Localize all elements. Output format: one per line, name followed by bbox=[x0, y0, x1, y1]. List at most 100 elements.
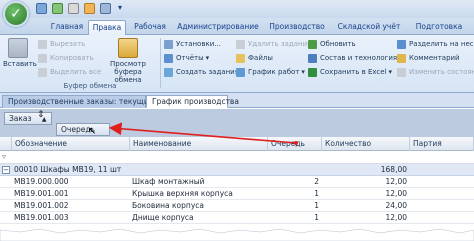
column-header-queue[interactable]: Очередь bbox=[268, 137, 322, 151]
work-schedule-label: График работ bbox=[248, 68, 300, 76]
change-status-button[interactable]: Изменить состояние bbox=[397, 67, 474, 78]
select-all-icon bbox=[38, 68, 47, 77]
settings-label: Установки... bbox=[176, 40, 221, 48]
reports-button[interactable]: Отчёты ▾ bbox=[164, 53, 209, 64]
group-row-label: 00010 Шкафы МВ19, 11 шт bbox=[14, 165, 122, 174]
quick-access-toolbar: ▾ bbox=[0, 0, 474, 18]
cell-name: Крышка верхняя корпуса bbox=[132, 189, 233, 198]
app-logo[interactable]: ✓ bbox=[3, 1, 29, 27]
save-excel-button[interactable]: Сохранить в Excel ▾ bbox=[308, 67, 392, 78]
cut-icon[interactable] bbox=[84, 3, 95, 14]
tab-production-schedule[interactable]: График производства bbox=[146, 95, 239, 108]
app-window: ▾ ✓ Главная Правка Рабочая Администриров… bbox=[0, 0, 474, 241]
split-button[interactable]: Разделить на несколько bbox=[397, 39, 473, 50]
files-label: Файлы bbox=[248, 54, 273, 62]
clipboard-icon bbox=[118, 38, 138, 58]
cell-quantity: 12,00 bbox=[385, 189, 407, 198]
filter-row[interactable]: ▿ bbox=[0, 151, 474, 164]
cell-queue: 1 bbox=[314, 201, 319, 210]
copy-button[interactable]: Копировать bbox=[38, 53, 94, 64]
column-header-quantity[interactable]: Количество bbox=[322, 137, 410, 151]
select-all-label: Выделить все bbox=[50, 68, 102, 76]
refresh-icon[interactable] bbox=[52, 3, 63, 14]
column-header-indicator bbox=[0, 137, 12, 151]
excel-icon bbox=[308, 68, 317, 77]
tab-admin[interactable]: Администрирование bbox=[176, 20, 260, 35]
refresh-button[interactable]: Обновить bbox=[308, 39, 356, 50]
expand-toggle-icon[interactable]: − bbox=[2, 166, 10, 174]
cell-code: МВ19.001.001 bbox=[14, 189, 69, 198]
column-header-code[interactable]: Обозначение bbox=[12, 137, 130, 151]
group-row[interactable]: − 00010 Шкафы МВ19, 11 шт 168,00 bbox=[0, 164, 474, 176]
table-row[interactable]: МВ19.001.003 Днище корпуса 1 12,00 bbox=[0, 212, 474, 224]
filter-icon: ▿ bbox=[2, 152, 7, 161]
print-icon[interactable] bbox=[68, 3, 79, 14]
tab-work[interactable]: Рабочая bbox=[130, 20, 170, 35]
tab-home[interactable]: Главная bbox=[48, 20, 86, 35]
cell-queue: 1 bbox=[314, 213, 319, 222]
reports-label: Отчёты bbox=[176, 54, 204, 62]
paste-label: Вставить bbox=[3, 60, 37, 68]
cell-quantity: 24,00 bbox=[385, 201, 407, 210]
folder-icon bbox=[236, 54, 245, 63]
torn-edge-decoration bbox=[0, 228, 474, 241]
table-row[interactable]: МВ19.001.002 Боковина корпуса 1 24,00 bbox=[0, 200, 474, 212]
paste-button[interactable]: Вставить bbox=[3, 38, 37, 68]
chevron-down-icon: ▾ bbox=[301, 68, 305, 76]
select-all-button[interactable]: Выделить все bbox=[38, 67, 101, 78]
split-label: Разделить на несколько bbox=[409, 40, 473, 48]
tab-edit[interactable]: Правка bbox=[88, 20, 126, 35]
tab-production[interactable]: Производство bbox=[266, 20, 328, 35]
group-row-amount: 168,00 bbox=[380, 165, 407, 174]
column-header-batch[interactable]: Партия bbox=[410, 137, 474, 151]
delete-task-icon bbox=[236, 40, 245, 49]
tab-warehouse[interactable]: Складской учёт bbox=[334, 20, 404, 35]
copy-label: Копировать bbox=[50, 54, 94, 62]
table-row[interactable]: МВ19.001.001 Крышка верхняя корпуса 1 12… bbox=[0, 188, 474, 200]
cell-queue: 1 bbox=[314, 189, 319, 198]
delete-task-button[interactable]: Удалить задания bbox=[236, 39, 311, 50]
scissors-icon bbox=[38, 40, 47, 49]
cell-code: МВ19.001.003 bbox=[14, 213, 69, 222]
cut-label: Вырезать bbox=[50, 40, 86, 48]
clipboard-preview-button[interactable]: Просмотр буфера обмена bbox=[100, 38, 156, 84]
document-tab-bar: Производственные заказы: текущие График … bbox=[0, 93, 474, 108]
chevron-down-icon: ▾ bbox=[205, 54, 210, 62]
save-icon[interactable] bbox=[36, 3, 47, 14]
group-by-panel[interactable]: Заказ ▲ Очередь ⇕ ↖ bbox=[0, 109, 474, 137]
drag-cursor-icon: ↖ bbox=[88, 126, 97, 137]
group-chip-queue[interactable]: Очередь bbox=[56, 123, 110, 136]
create-task-button[interactable]: Создать задания bbox=[164, 67, 239, 78]
cell-queue: 2 bbox=[314, 177, 319, 186]
refresh-icon bbox=[308, 40, 317, 49]
column-header-name[interactable]: Наименование bbox=[130, 137, 268, 151]
chevron-down-icon: ▾ bbox=[388, 68, 393, 76]
grid-header: Обозначение Наименование Очередь Количес… bbox=[0, 137, 474, 151]
save-excel-label: Сохранить в Excel bbox=[320, 68, 387, 76]
composition-button[interactable]: Состав и технология bbox=[308, 53, 397, 64]
composition-icon bbox=[308, 54, 317, 63]
schedule-icon bbox=[236, 68, 245, 77]
ribbon-tab-bar: Главная Правка Рабочая Администрирование… bbox=[0, 18, 474, 35]
tab-preparation[interactable]: Подготовка bbox=[410, 20, 468, 35]
group-separator bbox=[160, 38, 161, 88]
refresh-label: Обновить bbox=[320, 40, 356, 48]
customize-arrow-icon[interactable]: ▾ bbox=[118, 3, 126, 14]
ribbon-panel: Вставить Вырезать Копировать Выделить вс… bbox=[0, 35, 474, 93]
create-task-label: Создать задания bbox=[176, 68, 239, 76]
status-icon bbox=[397, 68, 406, 77]
table-row[interactable]: МВ19.000.000 Шкаф монтажный 2 12,00 bbox=[0, 176, 474, 188]
files-button[interactable]: Файлы bbox=[236, 53, 273, 64]
settings-button[interactable]: Установки... bbox=[164, 39, 221, 50]
cell-name: Боковина корпуса bbox=[132, 201, 204, 210]
comment-icon bbox=[397, 54, 406, 63]
tab-current-orders[interactable]: Производственные заказы: текущие bbox=[2, 95, 153, 108]
cut-button[interactable]: Вырезать bbox=[38, 39, 85, 50]
clipboard-preview-label: Просмотр буфера обмена bbox=[110, 60, 146, 84]
paste-icon bbox=[8, 38, 28, 58]
cell-name: Днище корпуса bbox=[132, 213, 194, 222]
work-schedule-button[interactable]: График работ ▾ bbox=[236, 67, 305, 78]
grid-icon[interactable] bbox=[100, 3, 111, 14]
group-chip-order-label: Заказ bbox=[9, 114, 32, 123]
comments-button[interactable]: Комментарий bbox=[397, 53, 460, 64]
